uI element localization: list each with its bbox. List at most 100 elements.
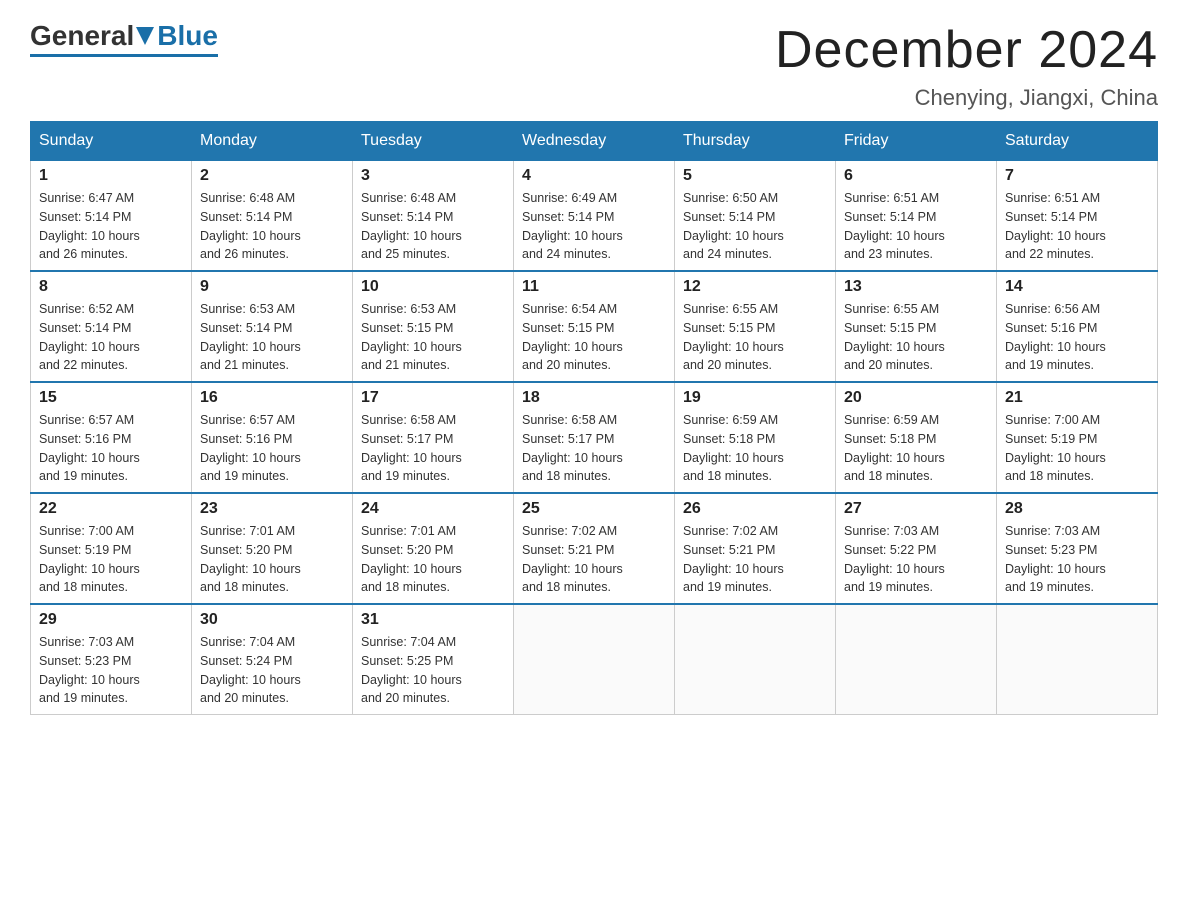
day-info: Sunrise: 6:48 AMSunset: 5:14 PMDaylight:… [200, 189, 344, 264]
day-info: Sunrise: 6:59 AMSunset: 5:18 PMDaylight:… [844, 411, 988, 486]
calendar-week-row: 1 Sunrise: 6:47 AMSunset: 5:14 PMDaylight… [31, 161, 1158, 272]
day-number: 6 [844, 167, 988, 185]
calendar-cell: 14 Sunrise: 6:56 AMSunset: 5:16 PMDayligh… [997, 271, 1158, 382]
logo-blue-text: Blue [157, 20, 218, 52]
day-number: 16 [200, 389, 344, 407]
day-info: Sunrise: 7:04 AMSunset: 5:25 PMDaylight:… [361, 633, 505, 708]
calendar-week-row: 22 Sunrise: 7:00 AMSunset: 5:19 PMDayligh… [31, 493, 1158, 604]
calendar-cell: 17 Sunrise: 6:58 AMSunset: 5:17 PMDayligh… [353, 382, 514, 493]
calendar-cell [836, 604, 997, 715]
day-number: 18 [522, 389, 666, 407]
day-number: 28 [1005, 500, 1149, 518]
weekday-header-thursday: Thursday [675, 122, 836, 161]
calendar-cell: 3 Sunrise: 6:48 AMSunset: 5:14 PMDaylight… [353, 161, 514, 272]
weekday-header-row: SundayMondayTuesdayWednesdayThursdayFrid… [31, 122, 1158, 161]
day-info: Sunrise: 6:51 AMSunset: 5:14 PMDaylight:… [1005, 189, 1149, 264]
calendar-cell: 5 Sunrise: 6:50 AMSunset: 5:14 PMDaylight… [675, 161, 836, 272]
day-number: 13 [844, 278, 988, 296]
calendar-cell: 20 Sunrise: 6:59 AMSunset: 5:18 PMDayligh… [836, 382, 997, 493]
calendar-cell: 22 Sunrise: 7:00 AMSunset: 5:19 PMDayligh… [31, 493, 192, 604]
calendar-cell: 23Sunrise: 7:01 AMSunset: 5:20 PMDayligh… [192, 493, 353, 604]
calendar-cell: 18 Sunrise: 6:58 AMSunset: 5:17 PMDayligh… [514, 382, 675, 493]
day-number: 30 [200, 611, 344, 629]
day-number: 10 [361, 278, 505, 296]
day-info: Sunrise: 6:54 AMSunset: 5:15 PMDaylight:… [522, 300, 666, 375]
day-info: Sunrise: 6:48 AMSunset: 5:14 PMDaylight:… [361, 189, 505, 264]
calendar-cell: 30 Sunrise: 7:04 AMSunset: 5:24 PMDayligh… [192, 604, 353, 715]
calendar-week-row: 8 Sunrise: 6:52 AMSunset: 5:14 PMDaylight… [31, 271, 1158, 382]
calendar-cell: 10 Sunrise: 6:53 AMSunset: 5:15 PMDayligh… [353, 271, 514, 382]
calendar-cell: 7 Sunrise: 6:51 AMSunset: 5:14 PMDaylight… [997, 161, 1158, 272]
logo-general-text: General [30, 20, 134, 52]
day-info: Sunrise: 6:53 AMSunset: 5:14 PMDaylight:… [200, 300, 344, 375]
day-number: 31 [361, 611, 505, 629]
calendar-week-row: 29Sunrise: 7:03 AMSunset: 5:23 PMDayligh… [31, 604, 1158, 715]
calendar-cell: 26Sunrise: 7:02 AMSunset: 5:21 PMDayligh… [675, 493, 836, 604]
day-info: Sunrise: 7:01 AMSunset: 5:20 PMDaylight:… [200, 522, 344, 597]
logo: General Blue [30, 20, 218, 57]
day-info: Sunrise: 6:57 AMSunset: 5:16 PMDaylight:… [200, 411, 344, 486]
calendar-cell [997, 604, 1158, 715]
day-number: 12 [683, 278, 827, 296]
day-info: Sunrise: 6:50 AMSunset: 5:14 PMDaylight:… [683, 189, 827, 264]
logo-triangle-icon [136, 20, 154, 52]
calendar-cell: 8 Sunrise: 6:52 AMSunset: 5:14 PMDaylight… [31, 271, 192, 382]
month-title: December 2024 [775, 20, 1158, 80]
day-number: 25 [522, 500, 666, 518]
calendar-cell: 15 Sunrise: 6:57 AMSunset: 5:16 PMDayligh… [31, 382, 192, 493]
day-number: 27 [844, 500, 988, 518]
day-number: 8 [39, 278, 183, 296]
day-info: Sunrise: 6:53 AMSunset: 5:15 PMDaylight:… [361, 300, 505, 375]
calendar-cell: 28Sunrise: 7:03 AMSunset: 5:23 PMDayligh… [997, 493, 1158, 604]
day-info: Sunrise: 7:04 AMSunset: 5:24 PMDaylight:… [200, 633, 344, 708]
calendar-cell: 16 Sunrise: 6:57 AMSunset: 5:16 PMDayligh… [192, 382, 353, 493]
day-number: 14 [1005, 278, 1149, 296]
day-number: 20 [844, 389, 988, 407]
calendar-cell: 12 Sunrise: 6:55 AMSunset: 5:15 PMDayligh… [675, 271, 836, 382]
calendar-cell: 27 Sunrise: 7:03 AMSunset: 5:22 PMDayligh… [836, 493, 997, 604]
day-info: Sunrise: 7:03 AMSunset: 5:22 PMDaylight:… [844, 522, 988, 597]
calendar-cell: 4 Sunrise: 6:49 AMSunset: 5:14 PMDaylight… [514, 161, 675, 272]
day-info: Sunrise: 6:56 AMSunset: 5:16 PMDaylight:… [1005, 300, 1149, 375]
day-info: Sunrise: 7:00 AMSunset: 5:19 PMDaylight:… [1005, 411, 1149, 486]
weekday-header-monday: Monday [192, 122, 353, 161]
calendar-cell: 13Sunrise: 6:55 AMSunset: 5:15 PMDayligh… [836, 271, 997, 382]
day-info: Sunrise: 6:52 AMSunset: 5:14 PMDaylight:… [39, 300, 183, 375]
calendar-cell: 29Sunrise: 7:03 AMSunset: 5:23 PMDayligh… [31, 604, 192, 715]
day-number: 3 [361, 167, 505, 185]
calendar-week-row: 15 Sunrise: 6:57 AMSunset: 5:16 PMDayligh… [31, 382, 1158, 493]
header: General Blue December 2024 Chenying, Jia… [30, 20, 1158, 111]
calendar-cell: 19Sunrise: 6:59 AMSunset: 5:18 PMDayligh… [675, 382, 836, 493]
day-info: Sunrise: 6:49 AMSunset: 5:14 PMDaylight:… [522, 189, 666, 264]
day-info: Sunrise: 7:00 AMSunset: 5:19 PMDaylight:… [39, 522, 183, 597]
day-info: Sunrise: 6:58 AMSunset: 5:17 PMDaylight:… [361, 411, 505, 486]
day-number: 17 [361, 389, 505, 407]
day-number: 4 [522, 167, 666, 185]
day-info: Sunrise: 6:58 AMSunset: 5:17 PMDaylight:… [522, 411, 666, 486]
day-number: 1 [39, 167, 183, 185]
day-number: 22 [39, 500, 183, 518]
day-info: Sunrise: 6:47 AMSunset: 5:14 PMDaylight:… [39, 189, 183, 264]
calendar-cell: 21Sunrise: 7:00 AMSunset: 5:19 PMDayligh… [997, 382, 1158, 493]
day-info: Sunrise: 6:57 AMSunset: 5:16 PMDaylight:… [39, 411, 183, 486]
weekday-header-friday: Friday [836, 122, 997, 161]
calendar-cell [514, 604, 675, 715]
calendar-cell: 25 Sunrise: 7:02 AMSunset: 5:21 PMDayligh… [514, 493, 675, 604]
day-number: 9 [200, 278, 344, 296]
day-number: 15 [39, 389, 183, 407]
calendar-cell: 1 Sunrise: 6:47 AMSunset: 5:14 PMDaylight… [31, 161, 192, 272]
day-info: Sunrise: 6:55 AMSunset: 5:15 PMDaylight:… [683, 300, 827, 375]
calendar-cell: 9 Sunrise: 6:53 AMSunset: 5:14 PMDaylight… [192, 271, 353, 382]
title-area: December 2024 Chenying, Jiangxi, China [775, 20, 1158, 111]
day-number: 26 [683, 500, 827, 518]
calendar-cell: 31 Sunrise: 7:04 AMSunset: 5:25 PMDayligh… [353, 604, 514, 715]
day-number: 11 [522, 278, 666, 296]
day-number: 5 [683, 167, 827, 185]
day-info: Sunrise: 7:02 AMSunset: 5:21 PMDaylight:… [522, 522, 666, 597]
calendar-cell: 6Sunrise: 6:51 AMSunset: 5:14 PMDaylight… [836, 161, 997, 272]
weekday-header-saturday: Saturday [997, 122, 1158, 161]
day-info: Sunrise: 7:03 AMSunset: 5:23 PMDaylight:… [39, 633, 183, 708]
location-title: Chenying, Jiangxi, China [775, 85, 1158, 111]
day-number: 7 [1005, 167, 1149, 185]
day-info: Sunrise: 7:01 AMSunset: 5:20 PMDaylight:… [361, 522, 505, 597]
